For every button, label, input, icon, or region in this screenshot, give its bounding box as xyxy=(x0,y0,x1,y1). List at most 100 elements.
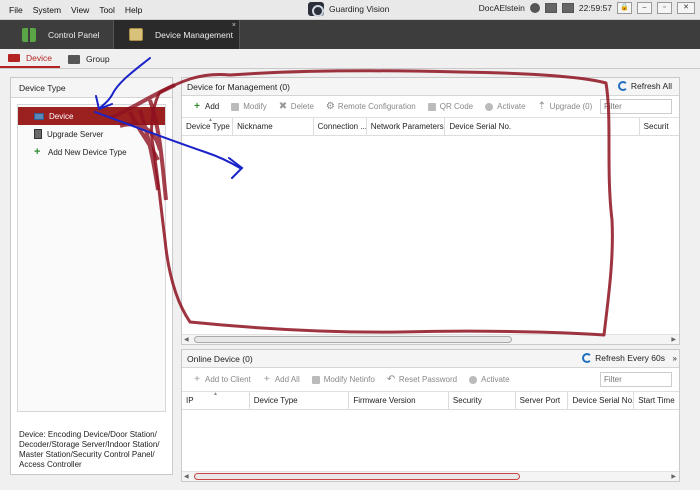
button-label: Upgrade (0) xyxy=(549,102,593,111)
column-server-port[interactable]: Server Port xyxy=(516,392,569,409)
button-label: Delete xyxy=(290,102,314,111)
filter-input[interactable] xyxy=(600,372,672,387)
refresh-icon xyxy=(617,81,628,91)
device-icon xyxy=(8,54,20,62)
user-name[interactable]: DocAElstein xyxy=(479,3,525,13)
menu-system[interactable]: System xyxy=(28,5,66,15)
tab-device-management[interactable]: Device Management × xyxy=(113,20,240,49)
column-connection[interactable]: Connection ... xyxy=(314,118,367,135)
close-button[interactable]: ✕ xyxy=(677,2,695,14)
scroll-thumb[interactable] xyxy=(194,473,520,480)
item-label: Add New Device Type xyxy=(48,147,127,157)
device-type-list: Device Upgrade Server + Add New Device T… xyxy=(17,104,166,412)
delete-button[interactable]: ✖ Delete xyxy=(273,100,320,112)
add-all-button[interactable]: + Add All xyxy=(257,373,306,385)
horizontal-scrollbar[interactable]: ◀ ▶ xyxy=(182,334,679,344)
refresh-label: Refresh All xyxy=(630,81,672,91)
button-label: Add xyxy=(205,102,220,111)
button-label: Reset Password xyxy=(398,375,458,384)
modify-netinfo-button[interactable]: Modify Netinfo xyxy=(306,375,381,384)
device-type-panel: Device Type Device Upgrade Server + Add … xyxy=(10,77,173,475)
tab-close-icon[interactable]: × xyxy=(232,22,236,29)
subtab-label: Group xyxy=(85,54,110,64)
scroll-thumb[interactable] xyxy=(194,336,512,343)
refresh-every-button[interactable]: Refresh Every 60s » xyxy=(582,353,677,363)
menu-tool[interactable]: Tool xyxy=(94,5,120,15)
menu-bar: File System View Tool Help Guarding Visi… xyxy=(0,0,700,20)
subtab-group[interactable]: Group xyxy=(60,50,118,68)
online-toolbar: + Add to Client + Add All Modify Netinfo ↶… xyxy=(182,368,679,392)
section-title: Device for Management (0) xyxy=(187,81,290,92)
filter-input[interactable] xyxy=(600,99,672,114)
subtab-device[interactable]: Device xyxy=(0,50,60,68)
lock-icon[interactable]: 🔒 xyxy=(617,2,632,14)
sub-tab-bar: Device Group xyxy=(0,49,700,69)
reset-password-button[interactable]: ↶ Reset Password xyxy=(381,374,463,384)
menu-file[interactable]: File xyxy=(0,5,28,15)
button-label: Activate xyxy=(497,102,526,111)
panel-title: Device Type xyxy=(11,78,172,98)
minimize-button[interactable]: – xyxy=(637,2,652,14)
button-label: Add to Client xyxy=(205,375,251,384)
menu-help[interactable]: Help xyxy=(120,5,147,15)
add-icon: + xyxy=(34,145,41,158)
section-title: Online Device (0) xyxy=(187,353,253,364)
scroll-right-icon[interactable]: ▶ xyxy=(671,472,676,482)
horizontal-scrollbar[interactable]: ◀ ▶ xyxy=(182,471,679,481)
scroll-left-icon[interactable]: ◀ xyxy=(184,472,189,482)
activate-button[interactable]: Activate xyxy=(463,375,515,384)
column-security[interactable]: Security xyxy=(449,392,516,409)
device-type-description: Device: Encoding Device/Door Station/ De… xyxy=(19,430,160,469)
device-type-item-add-new[interactable]: + Add New Device Type xyxy=(18,143,165,161)
section-header: Online Device (0) Refresh Every 60s » xyxy=(182,350,679,368)
server-icon xyxy=(34,129,42,139)
plus-icon: + xyxy=(194,373,200,385)
remote-configuration-button[interactable]: ⚙ Remote Configuration xyxy=(320,101,422,111)
qr-code-button[interactable]: QR Code xyxy=(422,102,479,111)
modify-button[interactable]: Modify xyxy=(225,102,273,111)
add-button[interactable]: + Add xyxy=(187,100,225,112)
sort-up-icon: ▲ xyxy=(213,392,218,397)
item-label: Upgrade Server xyxy=(47,129,104,139)
column-network-parameters[interactable]: Network Parameters xyxy=(367,118,446,135)
column-device-serial[interactable]: Device Serial No. xyxy=(568,392,635,409)
device-icon xyxy=(34,112,44,120)
app-title-text: Guarding Vision xyxy=(329,4,390,14)
delete-icon: ✖ xyxy=(278,100,288,112)
column-security[interactable]: Securit xyxy=(640,118,679,135)
cpu-icon xyxy=(544,3,557,13)
device-type-item-device[interactable]: Device xyxy=(18,107,165,125)
button-label: QR Code xyxy=(439,102,474,111)
device-type-item-upgrade-server[interactable]: Upgrade Server xyxy=(18,125,165,143)
button-label: Activate xyxy=(481,375,510,384)
tab-control-panel[interactable]: Control Panel xyxy=(0,20,108,49)
refresh-icon xyxy=(582,353,593,363)
clock: 22:59:57 xyxy=(578,3,612,13)
column-start-time[interactable]: Start Time xyxy=(634,392,679,409)
maximize-button[interactable]: ▫ xyxy=(657,2,672,14)
management-toolbar: + Add Modify ✖ Delete ⚙ Remote Configuratio… xyxy=(182,96,679,118)
column-firmware[interactable]: Firmware Version xyxy=(349,392,449,409)
globe-icon[interactable] xyxy=(529,3,540,13)
app-title: Guarding Vision xyxy=(308,2,390,17)
upgrade-button[interactable]: ⇡ Upgrade (0) xyxy=(532,101,599,111)
column-device-serial[interactable]: Device Serial No. xyxy=(445,118,640,135)
menu-view[interactable]: View xyxy=(66,5,94,15)
refresh-all-button[interactable]: Refresh All xyxy=(617,81,672,91)
section-header: Device for Management (0) Refresh All xyxy=(182,78,679,96)
column-device-type[interactable]: Device Type xyxy=(250,392,350,409)
sort-up-icon: ▲ xyxy=(208,118,213,123)
scroll-left-icon[interactable]: ◀ xyxy=(184,335,189,345)
folder-icon xyxy=(67,54,80,64)
device-management-section: Device for Management (0) Refresh All + A… xyxy=(181,77,680,345)
plus-icon: + xyxy=(194,100,200,112)
plus-icon: + xyxy=(263,373,270,385)
collapse-icon[interactable]: » xyxy=(673,354,677,363)
activate-button[interactable]: Activate xyxy=(479,102,531,111)
button-label: Add All xyxy=(274,375,300,384)
column-nickname[interactable]: Nickname xyxy=(233,118,314,135)
scroll-right-icon[interactable]: ▶ xyxy=(671,335,676,345)
add-to-client-button[interactable]: + Add to Client xyxy=(187,373,257,385)
online-device-section: Online Device (0) Refresh Every 60s » + A… xyxy=(181,349,680,482)
tab-label: Device Management xyxy=(155,29,233,40)
